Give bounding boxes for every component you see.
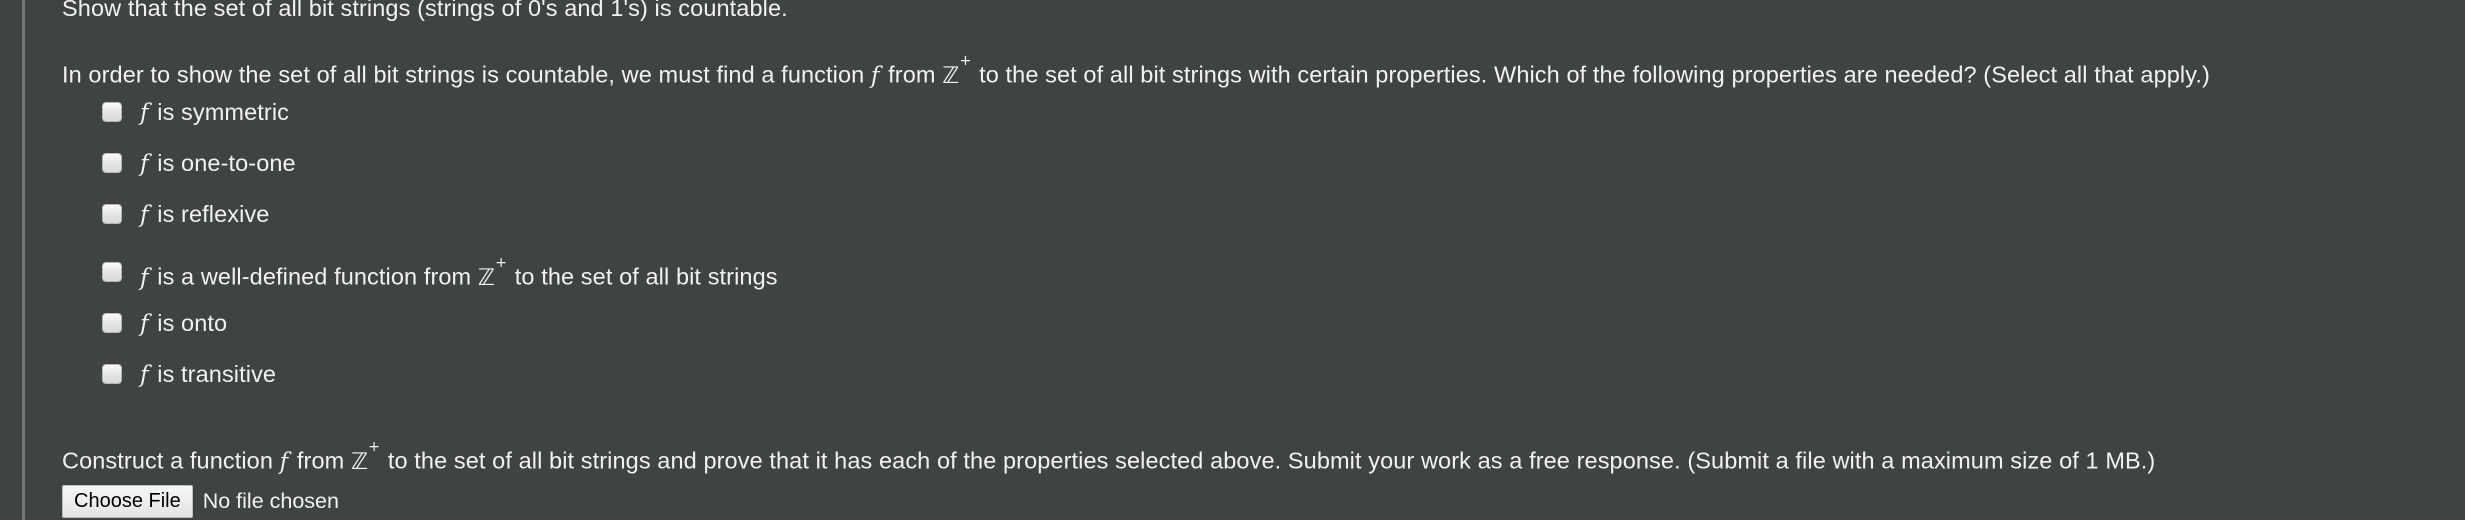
option-text-pre: is a well-defined function from bbox=[150, 263, 478, 290]
closing-text-mid: from bbox=[290, 447, 351, 474]
option-row-reflexive[interactable]: f is reflexive bbox=[62, 198, 269, 231]
instruction-text-mid: from bbox=[881, 61, 943, 88]
function-symbol: f bbox=[140, 362, 149, 388]
plus-superscript: + bbox=[495, 255, 508, 272]
instruction-function-symbol: f bbox=[870, 62, 880, 89]
checkbox-one-to-one[interactable] bbox=[102, 153, 122, 173]
instruction-text-post: to the set of all bit strings with certa… bbox=[972, 61, 2210, 88]
choose-file-button[interactable]: Choose File bbox=[62, 485, 193, 518]
option-label-reflexive: f is reflexive bbox=[140, 198, 269, 231]
option-row-one-to-one[interactable]: f is one-to-one bbox=[62, 147, 296, 180]
checkbox-well-defined[interactable] bbox=[102, 262, 122, 282]
option-label-one-to-one: f is one-to-one bbox=[140, 147, 296, 180]
closing-text-post: to the set of all bit strings and prove … bbox=[381, 447, 2156, 474]
instruction-text-pre: In order to show the set of all bit stri… bbox=[62, 61, 871, 88]
left-divider-rule bbox=[22, 0, 25, 520]
positive-integers-symbol: ℤ+ bbox=[350, 439, 381, 475]
plus-superscript: + bbox=[959, 53, 972, 70]
option-row-well-defined[interactable]: f is a well-defined function from ℤ+ to … bbox=[62, 255, 778, 294]
option-row-symmetric[interactable]: f is symmetric bbox=[62, 96, 289, 129]
integers-glyph: ℤ bbox=[350, 448, 369, 475]
question-prompt-text: Show that the set of all bit strings (st… bbox=[62, 0, 788, 21]
positive-integers-symbol: ℤ+ bbox=[477, 255, 508, 291]
file-upload-control[interactable]: Choose File No file chosen bbox=[62, 485, 339, 518]
checkbox-reflexive[interactable] bbox=[102, 204, 122, 224]
question-panel: Show that the set of all bit strings (st… bbox=[0, 0, 2465, 520]
closing-text-pre: Construct a function bbox=[62, 447, 280, 474]
option-row-onto[interactable]: f is onto bbox=[62, 307, 227, 340]
question-content: Show that the set of all bit strings (st… bbox=[62, 0, 2465, 520]
function-symbol: f bbox=[140, 311, 149, 337]
option-text: is onto bbox=[150, 310, 228, 336]
option-text: is symmetric bbox=[150, 99, 290, 125]
file-chosen-status: No file chosen bbox=[202, 489, 339, 513]
option-label-transitive: f is transitive bbox=[140, 358, 276, 391]
option-text: is transitive bbox=[150, 361, 277, 387]
integers-glyph: ℤ bbox=[477, 264, 496, 291]
checkbox-onto[interactable] bbox=[102, 313, 122, 333]
checkbox-transitive[interactable] bbox=[102, 364, 122, 384]
plus-superscript: + bbox=[368, 439, 381, 456]
option-text-post: to the set of all bit strings bbox=[508, 263, 778, 290]
function-symbol: f bbox=[140, 264, 149, 291]
integers-glyph: ℤ bbox=[942, 62, 960, 89]
option-text: is reflexive bbox=[150, 201, 270, 227]
closing-function-symbol: f bbox=[279, 448, 289, 475]
option-label-well-defined: f is a well-defined function from ℤ+ to … bbox=[140, 255, 778, 294]
option-label-symmetric: f is symmetric bbox=[140, 96, 289, 129]
closing-instruction: Construct a function f from ℤ+ to the se… bbox=[62, 439, 2156, 477]
checkbox-symmetric[interactable] bbox=[102, 102, 122, 122]
option-row-transitive[interactable]: f is transitive bbox=[62, 358, 276, 391]
option-label-onto: f is onto bbox=[140, 307, 227, 340]
function-symbol: f bbox=[140, 151, 149, 177]
question-prompt: Show that the set of all bit strings (st… bbox=[62, 0, 788, 23]
option-text: is one-to-one bbox=[150, 150, 296, 176]
function-symbol: f bbox=[140, 202, 149, 228]
function-symbol: f bbox=[140, 100, 149, 126]
question-instruction: In order to show the set of all bit stri… bbox=[62, 53, 2210, 91]
positive-integers-symbol: ℤ+ bbox=[942, 53, 972, 89]
